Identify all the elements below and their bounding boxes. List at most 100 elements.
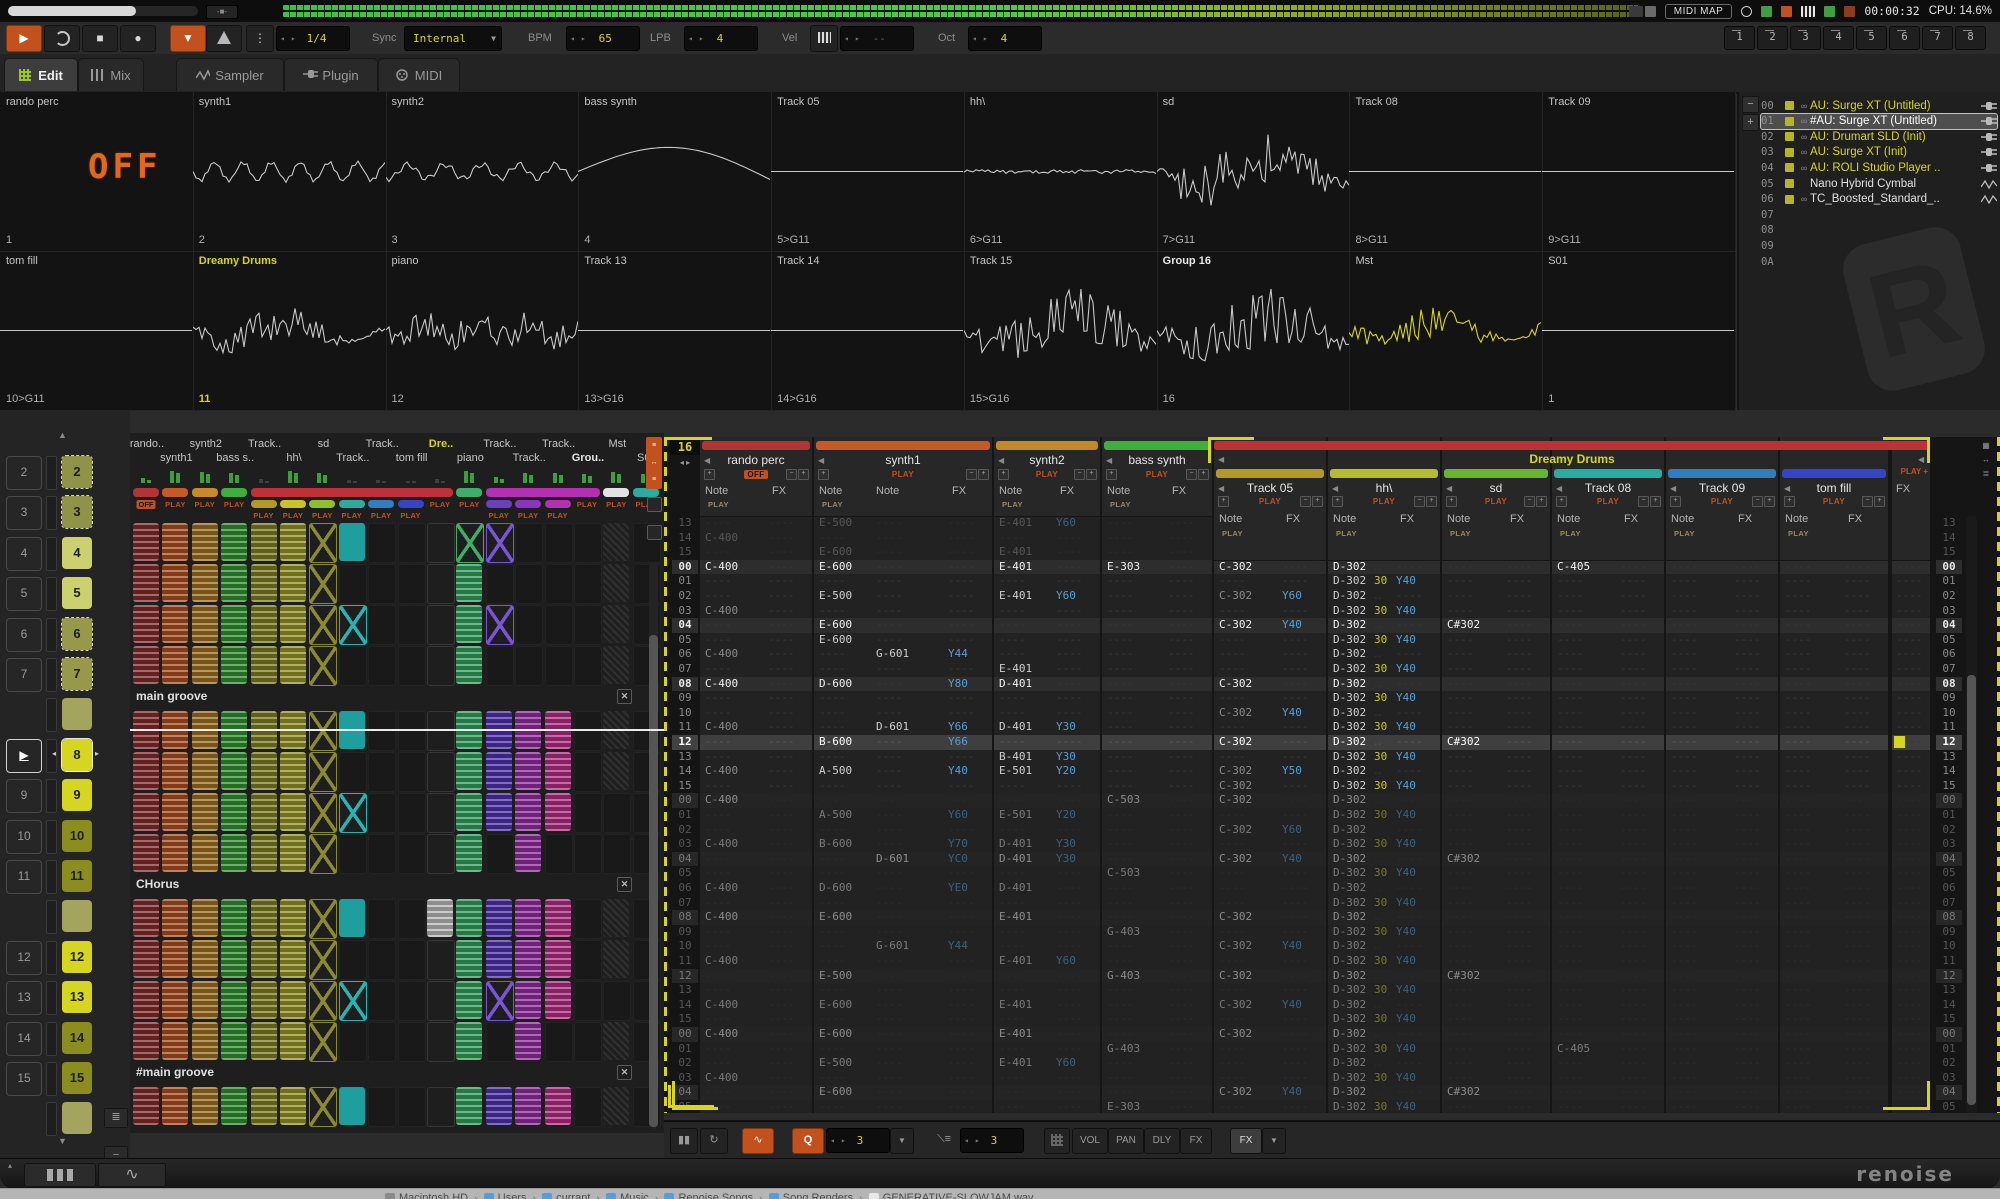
matrix-cell[interactable] bbox=[603, 940, 629, 978]
track-colorbar[interactable] bbox=[1668, 469, 1776, 478]
remove-column-button[interactable]: − bbox=[1414, 496, 1425, 507]
matrix-subtrack-state-play[interactable]: PLAY bbox=[283, 511, 304, 520]
pattern-row[interactable]: E-500‑‑‑‑‑‑‑‑ bbox=[814, 516, 992, 531]
add-column-button[interactable]: + bbox=[1556, 496, 1567, 507]
pattern-row[interactable]: E-600‑‑‑‑‑‑‑‑ bbox=[814, 545, 992, 560]
matrix-cell[interactable] bbox=[280, 793, 306, 831]
pattern-row[interactable]: ‑‑‑‑‑‑‑‑ bbox=[1102, 983, 1212, 998]
pattern-row[interactable]: E-500‑‑‑‑‑‑‑‑ bbox=[814, 589, 992, 604]
scope-cell-piano[interactable]: piano12 bbox=[386, 251, 580, 411]
pattern-row[interactable]: D-30230Y40 bbox=[1328, 604, 1440, 619]
pattern-row[interactable]: ‑‑‑‑‑‑‑‑ bbox=[700, 1012, 812, 1027]
pattern-row[interactable]: ‑‑‑‑‑‑‑‑ bbox=[1780, 589, 1888, 604]
pattern-row[interactable]: ‑‑‑‑‑‑‑‑ bbox=[994, 1071, 1100, 1086]
matrix-cell[interactable] bbox=[603, 646, 629, 684]
sequence-mute-slot[interactable] bbox=[46, 618, 57, 652]
pattern-row[interactable]: ‑‑‑‑‑‑‑‑‑‑‑‑ bbox=[814, 866, 992, 881]
matrix-cell[interactable] bbox=[192, 646, 218, 684]
sequence-mute-slot[interactable] bbox=[46, 698, 57, 732]
scope-cell-mst[interactable]: Mst bbox=[1349, 251, 1543, 411]
pattern-row[interactable]: ‑‑‑‑‑‑‑‑ bbox=[994, 969, 1100, 984]
pattern-row[interactable]: ‑‑‑‑‑‑‑‑ bbox=[1552, 852, 1664, 867]
pattern-row[interactable]: ‑‑‑‑‑‑‑‑ bbox=[1442, 706, 1550, 721]
sequence-mute-slot[interactable] bbox=[46, 1102, 57, 1136]
matrix-cell[interactable] bbox=[251, 899, 277, 937]
matrix-option-button[interactable] bbox=[647, 525, 662, 540]
add-column-button[interactable]: + bbox=[1332, 496, 1343, 507]
matrix-cell[interactable] bbox=[486, 899, 512, 937]
group-fx-row[interactable]: ‑‑‑‑ bbox=[1892, 1085, 1930, 1100]
matrix-cell[interactable] bbox=[280, 523, 306, 561]
pattern-row[interactable]: C-400‑‑‑‑ bbox=[700, 837, 812, 852]
add-column-button[interactable]: + bbox=[1670, 496, 1681, 507]
pattern-row[interactable]: E-600‑‑‑‑‑‑‑‑ bbox=[814, 618, 992, 633]
matrix-cell[interactable] bbox=[486, 752, 512, 790]
matrix-cell[interactable] bbox=[545, 981, 571, 1019]
pattern-number-arrows[interactable]: ◂ ▸ bbox=[670, 458, 700, 467]
matrix-track-colorbar[interactable] bbox=[221, 488, 247, 497]
pattern-row[interactable]: D-401Y30 bbox=[994, 837, 1100, 852]
sequence-mute-slot[interactable] bbox=[46, 820, 57, 854]
matrix-cell[interactable] bbox=[427, 1022, 455, 1062]
pattern-row[interactable]: ‑‑‑‑‑‑‑‑ bbox=[700, 691, 812, 706]
pattern-row[interactable]: E-303‑‑‑‑ bbox=[1102, 1100, 1212, 1113]
toggle-icon[interactable] bbox=[1629, 6, 1656, 17]
pattern-row[interactable]: C-400‑‑‑‑ bbox=[700, 560, 812, 575]
matrix-cell[interactable] bbox=[574, 752, 602, 792]
pattern-row[interactable]: ‑‑‑‑‑‑‑‑ bbox=[1666, 852, 1778, 867]
pattern-row[interactable]: E-401Y60 bbox=[994, 589, 1100, 604]
matrix-cell[interactable] bbox=[251, 564, 277, 602]
pattern-row[interactable]: ‑‑‑‑‑‑‑‑‑‑‑‑ bbox=[814, 779, 992, 794]
pattern-row[interactable]: ‑‑‑‑‑‑‑‑ bbox=[1442, 998, 1550, 1013]
pattern-row[interactable]: ‑‑‑‑‑‑‑‑ bbox=[700, 983, 812, 998]
pattern-row[interactable]: ‑‑‑‑‑‑‑‑ bbox=[994, 531, 1100, 546]
remove-column-button[interactable]: − bbox=[1074, 469, 1085, 480]
pattern-row[interactable]: ‑‑‑‑‑‑‑‑ bbox=[1214, 633, 1326, 648]
pattern-row[interactable]: ‑‑‑‑‑‑‑‑ bbox=[994, 793, 1100, 808]
group-fx-row[interactable]: ‑‑‑‑ bbox=[1892, 1042, 1930, 1057]
pattern-row[interactable]: ‑‑‑‑‑‑‑‑ bbox=[1552, 998, 1664, 1013]
pattern-row[interactable]: ‑‑‑‑‑‑‑‑ bbox=[1552, 837, 1664, 852]
pattern-row[interactable]: ‑‑‑‑‑‑‑‑‑‑‑‑ bbox=[814, 750, 992, 765]
automation-button[interactable]: ∿ bbox=[742, 1128, 774, 1154]
pattern-row[interactable]: ‑‑‑‑‑‑‑‑ bbox=[1552, 589, 1664, 604]
pattern-row[interactable]: E-401Y60 bbox=[994, 1056, 1100, 1071]
group-fx-row[interactable]: ‑‑‑‑ bbox=[1892, 720, 1930, 735]
group-fx-row[interactable]: ‑‑‑‑ bbox=[1892, 808, 1930, 823]
matrix-cell[interactable] bbox=[486, 523, 514, 563]
matrix-cell[interactable] bbox=[339, 564, 367, 604]
pattern-row[interactable]: ‑‑‑‑‑‑‑‑ bbox=[1214, 691, 1326, 706]
pattern-row[interactable]: E-500‑‑‑‑‑‑‑‑ bbox=[814, 1056, 992, 1071]
pattern-row[interactable]: ‑‑‑‑‑‑‑‑ bbox=[1102, 531, 1212, 546]
pattern-row[interactable]: E-303‑‑‑‑ bbox=[1102, 560, 1212, 575]
pattern-row[interactable]: ‑‑‑‑‑‑‑‑ bbox=[1552, 939, 1664, 954]
remove-column-button[interactable]: − bbox=[1638, 496, 1649, 507]
pattern-row[interactable]: D-302‥‑‑‑‑ bbox=[1328, 823, 1440, 838]
pattern-row[interactable]: ‑‑‑‑‑‑‑‑‑‑‑‑ bbox=[814, 691, 992, 706]
lpb-stepper[interactable]: ◂▸4 bbox=[684, 26, 758, 51]
pattern-row[interactable]: ‑‑‑‑‑‑‑‑ bbox=[994, 1042, 1100, 1057]
matrix-cell[interactable] bbox=[368, 981, 396, 1021]
matrix-section-header[interactable]: CHorus✕ bbox=[130, 875, 664, 899]
path-segment[interactable]: Renoise Songs bbox=[664, 1192, 753, 1199]
pattern-row[interactable]: ‑‑‑‑‑‑‑‑ bbox=[994, 896, 1100, 911]
track-collapse-icon[interactable]: ◀ bbox=[1670, 484, 1676, 493]
matrix-cell[interactable] bbox=[162, 564, 188, 602]
group-fx-row[interactable]: ‑‑‑‑ bbox=[1892, 779, 1930, 794]
pattern-row[interactable]: C-302Y40 bbox=[1214, 1085, 1326, 1100]
fkey-button-7[interactable]: 7 bbox=[1922, 26, 1953, 50]
pattern-row[interactable]: ‑‑‑‑‑‑‑‑ bbox=[1214, 881, 1326, 896]
group-fx-row[interactable]: ‑‑‑‑ bbox=[1892, 969, 1930, 984]
pattern-row[interactable]: ‑‑‑‑‑‑‑‑ bbox=[1780, 1085, 1888, 1100]
pattern-row[interactable]: D-30230Y40 bbox=[1328, 866, 1440, 881]
pattern-row[interactable]: C-302Y40 bbox=[1214, 939, 1326, 954]
pattern-row[interactable]: ‑‑‑‑‑‑‑‑ bbox=[1552, 969, 1664, 984]
pattern-row[interactable]: ‑‑‑‑‑‑‑‑ bbox=[1102, 1012, 1212, 1027]
group-fx-row[interactable]: ‑‑‑‑ bbox=[1892, 574, 1930, 589]
group-fx-row[interactable]: ‑‑‑‑ bbox=[1892, 589, 1930, 604]
track-collapse-icon[interactable]: ◀ bbox=[1556, 484, 1562, 493]
matrix-subtrack-state-play[interactable]: PLAY bbox=[253, 511, 274, 520]
matrix-track-state-play[interactable]: PLAY bbox=[459, 500, 480, 509]
pattern-row[interactable]: ‑‑‑‑‑‑‑‑ bbox=[1214, 1100, 1326, 1113]
matrix-cell[interactable] bbox=[398, 981, 426, 1021]
